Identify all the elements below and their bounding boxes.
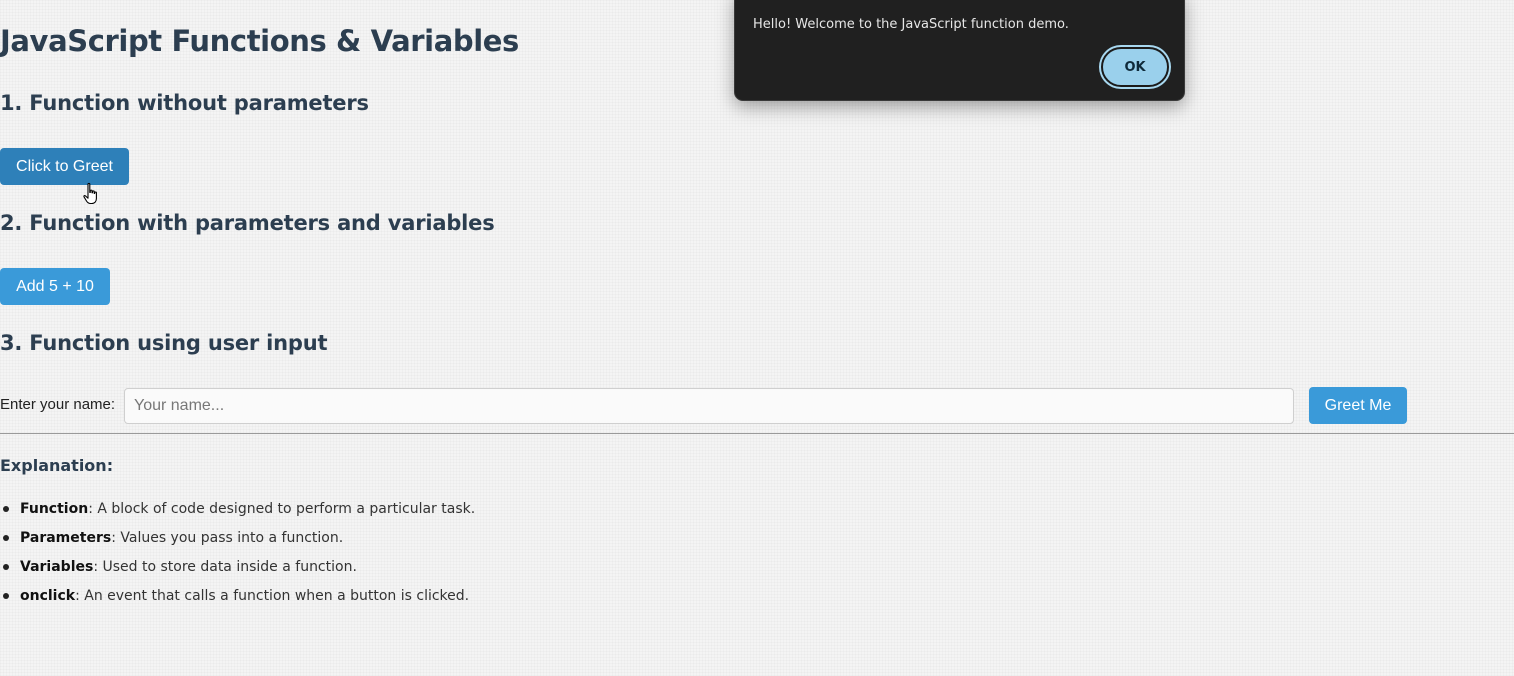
hand-pointer-icon bbox=[83, 182, 97, 205]
name-input[interactable] bbox=[124, 388, 1294, 424]
name-input-label: Enter your name: bbox=[0, 396, 116, 413]
add-numbers-button[interactable]: Add 5 + 10 bbox=[0, 268, 110, 305]
section-1-heading: 1. Function without parameters bbox=[0, 91, 369, 115]
list-item: Variables: Used to store data inside a f… bbox=[0, 555, 475, 584]
disc-bullet-icon bbox=[3, 593, 9, 599]
greet-me-button[interactable]: Greet Me bbox=[1309, 387, 1407, 424]
list-item: Function: A block of code designed to pe… bbox=[0, 497, 475, 526]
disc-bullet-icon bbox=[3, 564, 9, 570]
term: Function bbox=[20, 501, 89, 517]
definition: : Values you pass into a function. bbox=[111, 530, 344, 546]
click-to-greet-button[interactable]: Click to Greet bbox=[0, 148, 129, 185]
term: Variables bbox=[20, 559, 94, 575]
page-title: JavaScript Functions & Variables bbox=[0, 24, 519, 58]
disc-bullet-icon bbox=[3, 506, 9, 512]
list-item: Parameters: Values you pass into a funct… bbox=[0, 526, 475, 555]
section-2-heading: 2. Function with parameters and variable… bbox=[0, 211, 495, 235]
list-item: onclick: An event that calls a function … bbox=[0, 584, 475, 613]
definition: : An event that calls a function when a … bbox=[75, 588, 470, 604]
section-3-heading: 3. Function using user input bbox=[0, 331, 328, 355]
explanation-list: Function: A block of code designed to pe… bbox=[0, 497, 475, 613]
alert-message: Hello! Welcome to the JavaScript functio… bbox=[753, 17, 1069, 32]
horizontal-rule bbox=[0, 433, 1514, 434]
disc-bullet-icon bbox=[3, 535, 9, 541]
alert-ok-button[interactable]: OK bbox=[1101, 47, 1169, 87]
alert-dialog: Hello! Welcome to the JavaScript functio… bbox=[734, 0, 1185, 101]
term: Parameters bbox=[20, 530, 112, 546]
definition: : Used to store data inside a function. bbox=[93, 559, 357, 575]
term: onclick bbox=[20, 588, 76, 604]
page: JavaScript Functions & Variables 1. Func… bbox=[0, 0, 1514, 676]
definition: : A block of code designed to perform a … bbox=[88, 501, 476, 517]
explanation-heading: Explanation: bbox=[0, 456, 114, 475]
